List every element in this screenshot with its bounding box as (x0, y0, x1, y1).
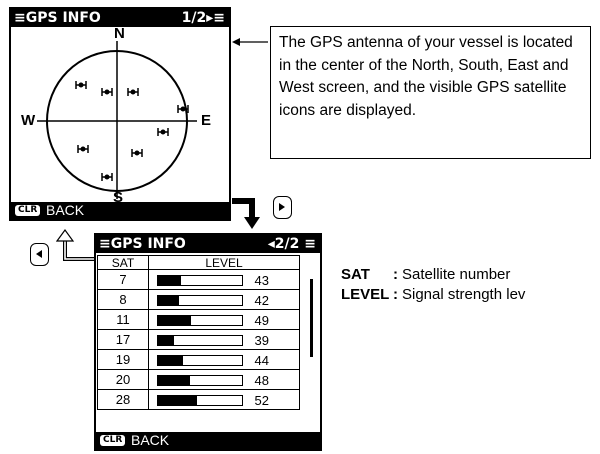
compass-west-label: W (21, 112, 36, 129)
legend-sat: SAT: Satellite number (341, 265, 510, 285)
satellite-level-table: SAT LEVEL 7 43 8 42 11 49 17 39 19 44 20 48 28 52 (97, 255, 300, 410)
satellite-icon (101, 173, 113, 181)
satellite-icon (75, 81, 87, 89)
screen-2-title-bar: ≡GPS INFO ◂2/2 ≡ (96, 235, 320, 253)
table-row: 20 48 (97, 369, 300, 390)
compass-east-label: E (201, 112, 212, 129)
callout-text: The GPS antenna of your vessel is locate… (279, 34, 573, 119)
sat-number-cell: 17 (97, 329, 149, 350)
legend-level: LEVEL: Signal strength lev (341, 285, 525, 305)
table-row: 19 44 (97, 349, 300, 370)
level-cell: 44 (148, 349, 300, 370)
level-value: 49 (254, 312, 269, 328)
gps-info-screen-2: ≡GPS INFO ◂2/2 ≡ SAT LEVEL 7 43 8 42 11 49 17 3… (94, 233, 322, 451)
legend-level-sep: : (393, 286, 398, 303)
sat-column-header: SAT (97, 255, 149, 270)
legend-sat-sep: : (393, 266, 398, 283)
screen-1-footer: CLR BACK (11, 202, 229, 219)
screen-2-page-indicator: ◂2/2 ≡ (267, 236, 316, 252)
right-key-icon[interactable] (273, 196, 292, 219)
table-header-row: SAT LEVEL (97, 255, 300, 270)
sat-number-cell: 7 (97, 269, 149, 290)
callout-arrow (232, 38, 268, 46)
legend-sat-desc: Satellite number (402, 266, 511, 283)
level-cell: 48 (148, 369, 300, 390)
level-value: 39 (254, 332, 269, 348)
signal-bar-fill (158, 315, 192, 325)
signal-bar-fill (158, 275, 181, 285)
signal-bar-fill (158, 355, 183, 365)
screen-2-footer: CLR BACK (96, 432, 320, 449)
screen-2-title: ≡GPS INFO (99, 236, 186, 252)
back-label[interactable]: BACK (131, 432, 169, 449)
level-value: 42 (254, 292, 269, 308)
table-row: 7 43 (97, 269, 300, 290)
sat-number-cell: 11 (97, 309, 149, 330)
sat-number-cell: 19 (97, 349, 149, 370)
next-page-arrow (232, 198, 260, 229)
signal-bar (157, 394, 243, 406)
satellite-icon (127, 88, 139, 96)
back-label[interactable]: BACK (46, 202, 84, 219)
level-cell: 43 (148, 269, 300, 290)
satellite-icon (77, 145, 89, 153)
signal-bar (157, 334, 243, 346)
level-value: 48 (254, 372, 269, 388)
level-cell: 42 (148, 289, 300, 310)
level-value: 43 (254, 272, 269, 288)
sat-number-cell: 28 (97, 389, 149, 410)
signal-bar (157, 354, 243, 366)
level-cell: 49 (148, 309, 300, 330)
screen-1-title: ≡GPS INFO (14, 10, 101, 26)
level-column-header: LEVEL (148, 255, 300, 270)
gps-info-screen-1: ≡GPS INFO 1/2▸≡ N S W E CLR BACK (9, 7, 231, 221)
table-row: 28 52 (97, 389, 300, 410)
clr-key-label[interactable]: CLR (100, 435, 126, 446)
signal-bar-fill (158, 395, 197, 405)
signal-bar (157, 314, 243, 326)
signal-bar-fill (158, 295, 179, 305)
satellite-icon (101, 88, 113, 96)
left-key-icon[interactable] (30, 243, 49, 266)
clr-key-label[interactable]: CLR (15, 205, 41, 216)
gps-explanation-callout: The GPS antenna of your vessel is locate… (270, 26, 591, 159)
satellite-icon (157, 128, 169, 136)
level-value: 52 (254, 392, 269, 408)
legend-level-term: LEVEL (341, 286, 390, 303)
table-row: 8 42 (97, 289, 300, 310)
signal-bar-fill (158, 375, 190, 385)
table-row: 11 49 (97, 309, 300, 330)
sat-number-cell: 20 (97, 369, 149, 390)
signal-bar (157, 294, 243, 306)
level-cell: 39 (148, 329, 300, 350)
legend-sat-term: SAT (341, 266, 370, 283)
screen-1-page-indicator: 1/2▸≡ (181, 10, 225, 26)
signal-bar (157, 374, 243, 386)
signal-bar-fill (158, 335, 174, 345)
satellite-icon (131, 149, 143, 157)
scrollbar[interactable] (310, 279, 313, 357)
level-value: 44 (254, 352, 269, 368)
satellite-sky-plot (37, 41, 197, 199)
legend-level-desc: Signal strength lev (402, 286, 526, 303)
compass-north-label: N (114, 25, 125, 42)
sat-number-cell: 8 (97, 289, 149, 310)
signal-bar (157, 274, 243, 286)
table-row: 17 39 (97, 329, 300, 350)
level-cell: 52 (148, 389, 300, 410)
